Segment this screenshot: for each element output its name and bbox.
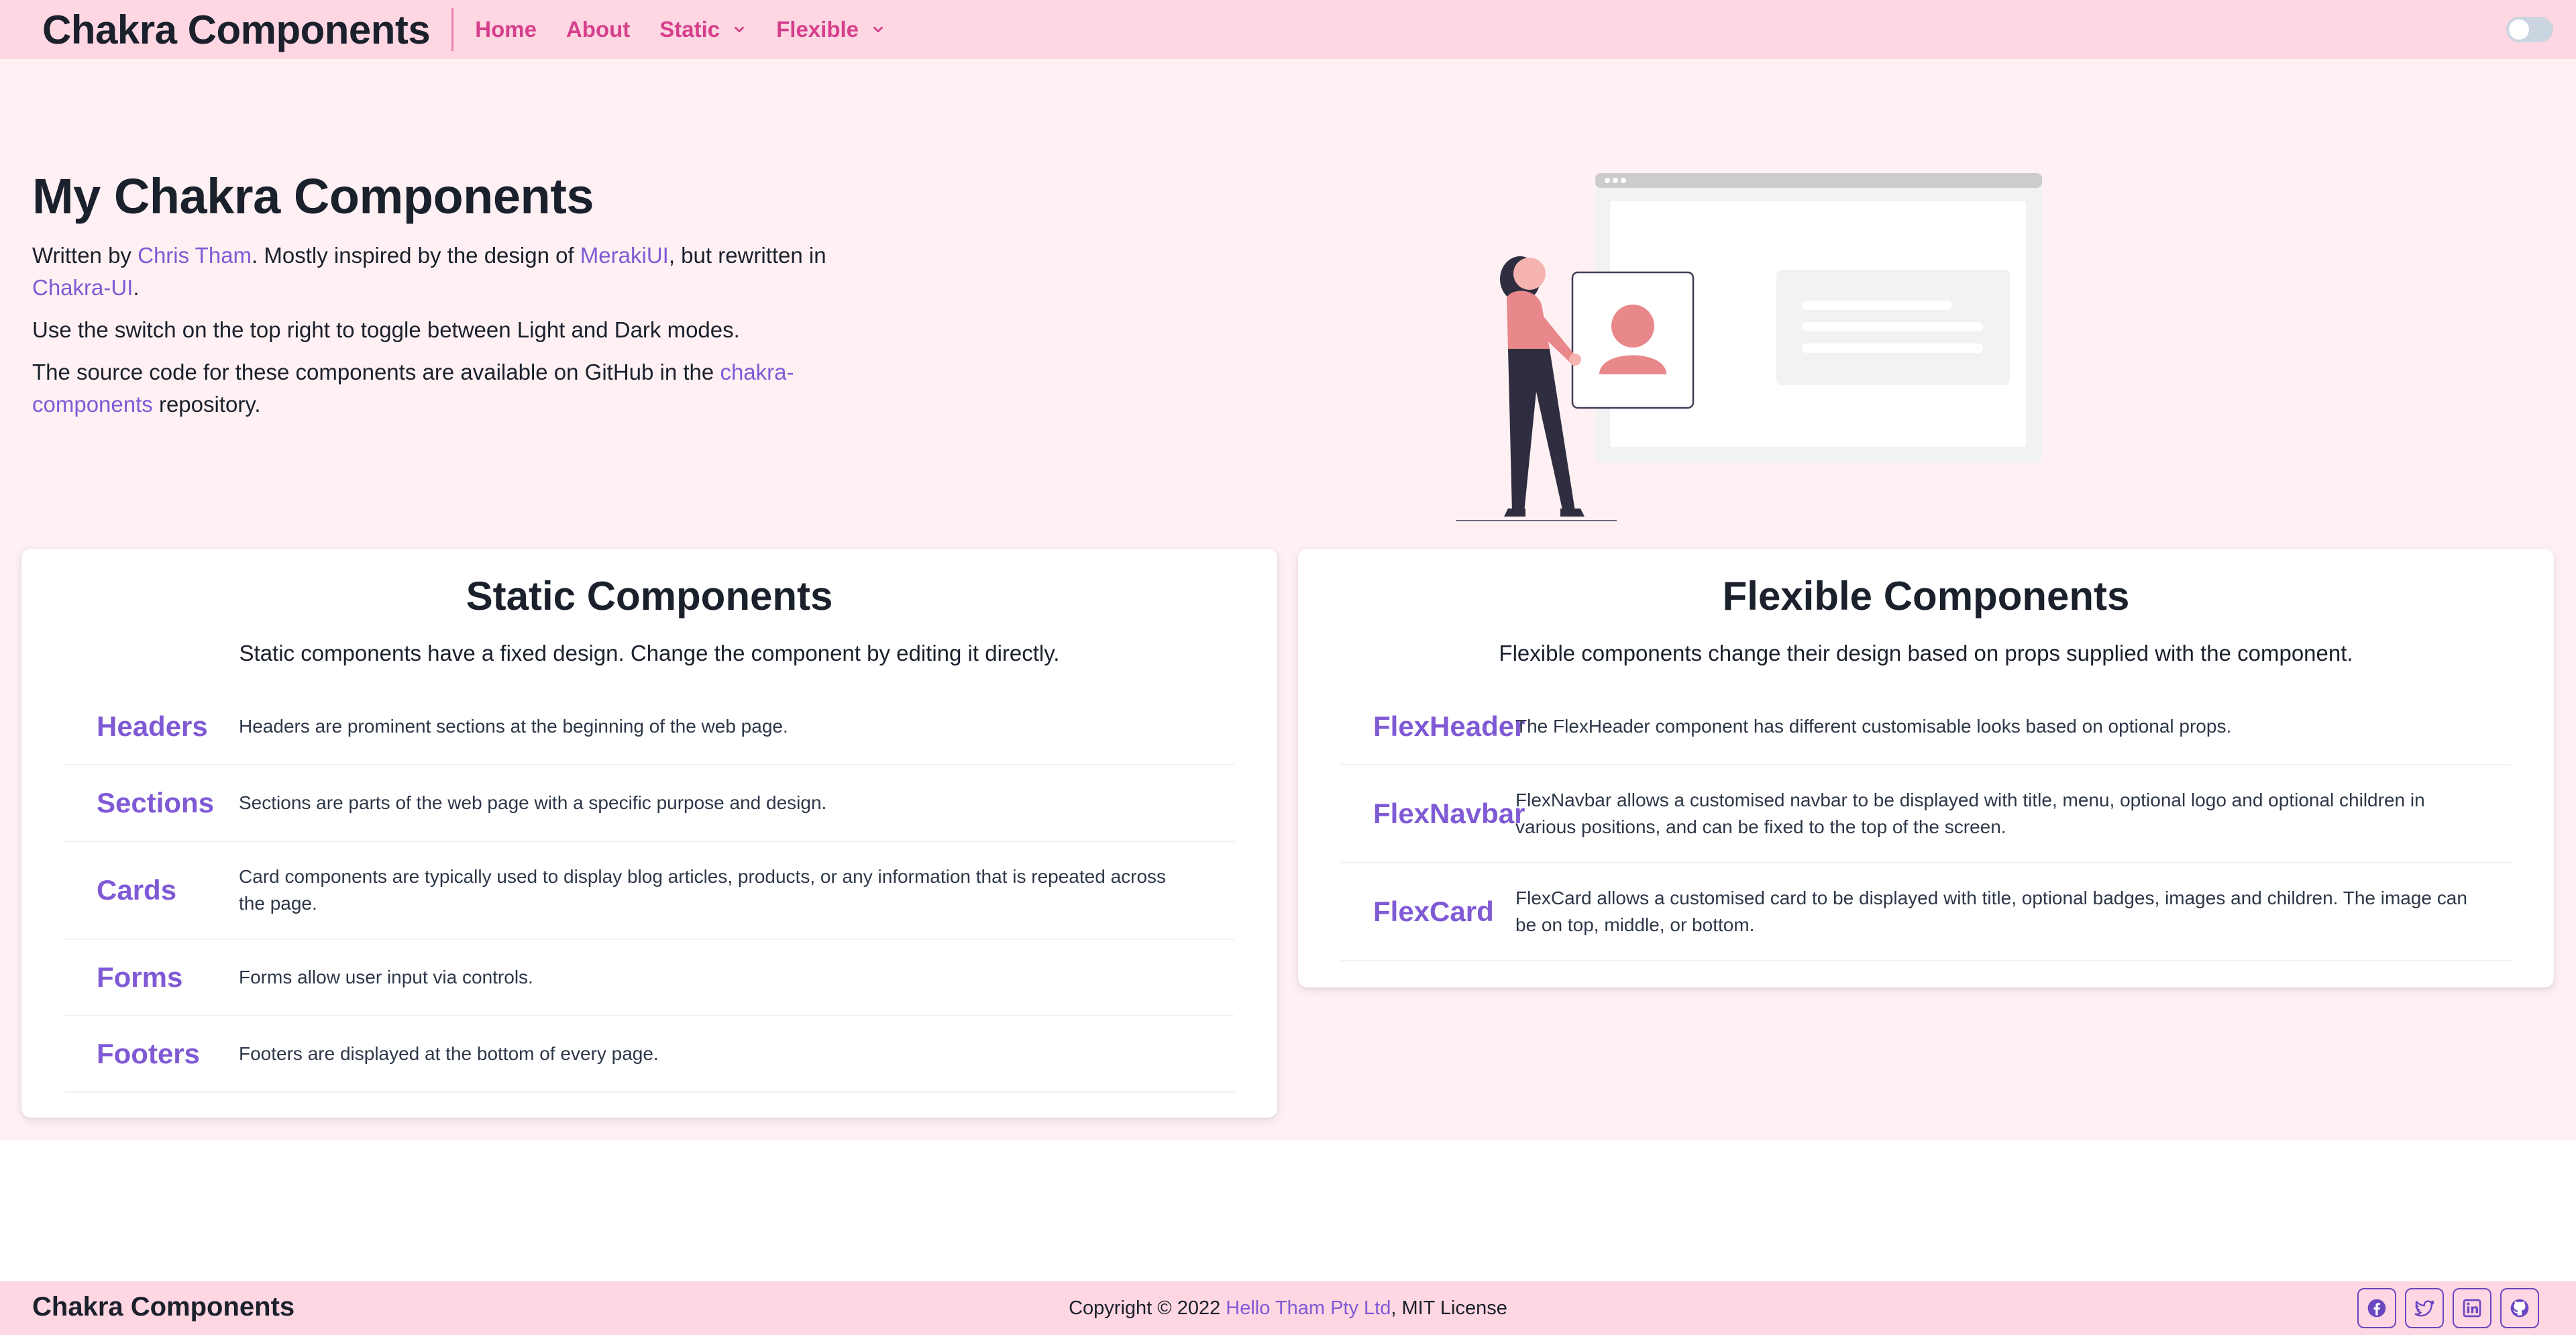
headers-link[interactable]: Headers: [64, 710, 239, 743]
author-link[interactable]: Chris Tham: [138, 243, 252, 268]
text: . Mostly inspired by the design of: [252, 243, 580, 268]
card-subtitle: Static components have a fixed design. C…: [239, 641, 1060, 665]
list-item: FlexCard FlexCard allows a customised ca…: [1341, 863, 2511, 961]
github-button[interactable]: [2500, 1288, 2539, 1328]
footers-link[interactable]: Footers: [64, 1038, 239, 1070]
item-description: FlexNavbar allows a customised navbar to…: [1515, 790, 2425, 837]
static-components-card: Static Components Static components have…: [21, 549, 1277, 1118]
nav-link-label: Home: [475, 17, 537, 42]
flexheader-link[interactable]: FlexHeader: [1341, 710, 1525, 743]
list-item: Sections Sections are parts of the web p…: [64, 765, 1234, 842]
twitter-button[interactable]: [2405, 1288, 2444, 1328]
list-item: Footers Footers are displayed at the bot…: [64, 1016, 1234, 1093]
flexcard-link[interactable]: FlexCard: [1341, 896, 1515, 928]
hero-illustration: [1456, 173, 2042, 521]
chakra-ui-link[interactable]: Chakra-UI: [32, 275, 133, 300]
facebook-icon: [2367, 1299, 2386, 1318]
top-navbar: Chakra Components Home About Static Flex…: [0, 0, 2576, 59]
item-description: Footers are displayed at the bottom of e…: [239, 1043, 659, 1064]
text: Copyright © 2022: [1069, 1297, 1226, 1319]
item-description: Headers are prominent sections at the be…: [239, 716, 788, 737]
text: repository.: [152, 392, 261, 417]
brand-title[interactable]: Chakra Components: [42, 7, 431, 53]
linkedin-icon: [2463, 1299, 2481, 1318]
cards-link[interactable]: Cards: [64, 874, 239, 906]
nav-link-about[interactable]: About: [566, 17, 630, 42]
twitter-icon: [2414, 1300, 2434, 1317]
linkedin-button[interactable]: [2453, 1288, 2491, 1328]
footer: Chakra Components Copyright © 2022 Hello…: [0, 1281, 2576, 1335]
chevron-down-icon: [873, 26, 883, 33]
nav-link-home[interactable]: Home: [475, 17, 537, 42]
sections-link[interactable]: Sections: [64, 787, 239, 819]
item-description: Card components are typically used to di…: [239, 866, 1167, 914]
main-content: My Chakra Components Written by Chris Th…: [0, 59, 2576, 1140]
facebook-button[interactable]: [2357, 1288, 2396, 1328]
text: , MIT License: [1391, 1297, 1507, 1319]
toggle-knob: [2509, 19, 2529, 40]
card-title: Flexible Components: [1722, 574, 2130, 619]
nav-link-label: About: [566, 17, 631, 42]
card-subtitle: Flexible components change their design …: [1499, 641, 2353, 665]
copyright: Copyright © 2022 Hello Tham Pty Ltd, MIT…: [0, 1297, 2576, 1320]
hero-text: My Chakra Components Written by Chris Th…: [32, 168, 830, 431]
hero-title: My Chakra Components: [32, 168, 594, 224]
merakiui-link[interactable]: MerakiUI: [580, 243, 669, 268]
color-mode-toggle[interactable]: [2506, 17, 2553, 42]
company-link[interactable]: Hello Tham Pty Ltd: [1226, 1297, 1391, 1319]
github-icon: [2510, 1299, 2529, 1318]
nav-link-label: Flexible: [776, 17, 859, 42]
item-description: The FlexHeader component has different c…: [1515, 716, 2232, 737]
flexnavbar-link[interactable]: FlexNavbar: [1341, 798, 1525, 830]
hero-intro: Written by Chris Tham. Mostly inspired b…: [32, 239, 830, 304]
component-list: Headers Headers are prominent sections a…: [64, 689, 1234, 1093]
nav-divider: [451, 8, 454, 51]
text: Written by: [32, 243, 138, 268]
nav-link-label: Static: [659, 17, 720, 42]
nav-menu-flexible[interactable]: Flexible: [776, 17, 885, 42]
hero-source: The source code for these components are…: [32, 356, 830, 421]
text: , but rewritten in: [668, 243, 826, 268]
list-item: Headers Headers are prominent sections a…: [64, 689, 1234, 765]
nav-menu-static[interactable]: Static: [659, 17, 747, 42]
text: The source code for these components are…: [32, 360, 720, 384]
chevron-down-icon: [735, 26, 744, 33]
item-description: Sections are parts of the web page with …: [239, 792, 827, 813]
card-title: Static Components: [466, 574, 833, 619]
list-item: Forms Forms allow user input via control…: [64, 940, 1234, 1016]
list-item: FlexHeader The FlexHeader component has …: [1341, 689, 2511, 765]
component-list: FlexHeader The FlexHeader component has …: [1341, 689, 2511, 961]
list-item: Cards Card components are typically used…: [64, 842, 1234, 940]
list-item: FlexNavbar FlexNavbar allows a customise…: [1341, 765, 2511, 863]
item-description: Forms allow user input via controls.: [239, 967, 533, 987]
forms-link[interactable]: Forms: [64, 961, 239, 994]
hero-mode-hint: Use the switch on the top right to toggl…: [32, 317, 740, 342]
text: .: [133, 275, 140, 300]
flexible-components-card: Flexible Components Flexible components …: [1298, 549, 2554, 987]
item-description: FlexCard allows a customised card to be …: [1515, 888, 2467, 935]
